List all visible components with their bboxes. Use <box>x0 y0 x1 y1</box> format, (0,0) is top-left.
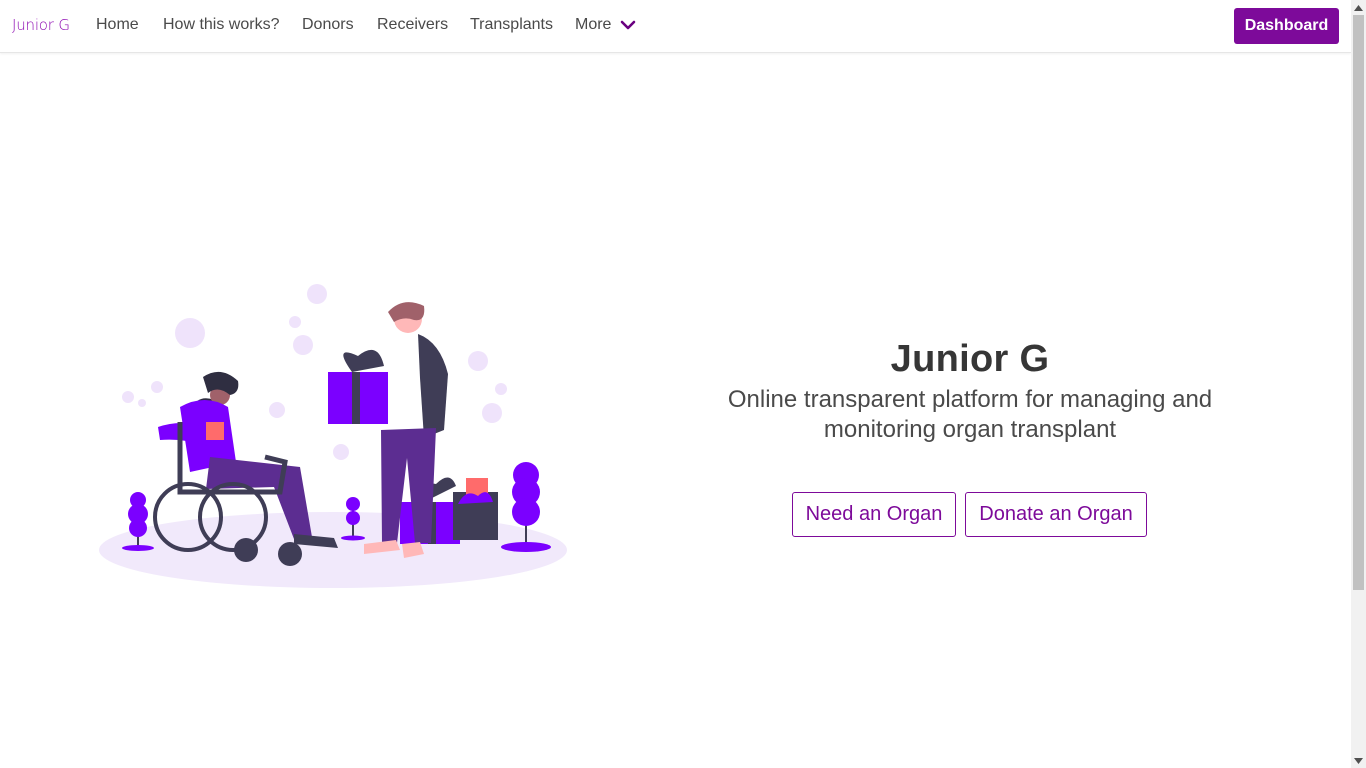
hero-subtitle-line2: monitoring organ transplant <box>823 416 1117 443</box>
need-organ-button[interactable]: Need an Organ <box>792 492 956 537</box>
nav-donors[interactable]: Donors <box>302 16 354 34</box>
vertical-scrollbar[interactable] <box>1351 0 1366 768</box>
nav-receivers[interactable]: Receivers <box>377 16 448 34</box>
scrollbar-thumb[interactable] <box>1353 15 1364 590</box>
hero-subtitle-line1: Online transparent platform for managing… <box>727 386 1213 413</box>
arrow-down-icon[interactable] <box>1351 753 1366 768</box>
gift-giving-illustration <box>99 284 567 588</box>
dashboard-button[interactable]: Dashboard <box>1234 8 1339 44</box>
brand-logo-link[interactable]: Junior G <box>12 16 70 34</box>
nav-more-dropdown[interactable]: More <box>575 16 637 34</box>
hero-subtitle: Online transparent platform for managing… <box>700 385 1240 445</box>
chevron-down-icon <box>619 18 637 32</box>
hero-title: Junior G <box>890 338 1050 380</box>
arrow-up-icon[interactable] <box>1351 0 1366 15</box>
donate-organ-button[interactable]: Donate an Organ <box>965 492 1147 537</box>
top-navbar: Junior G Home How this works? Donors Rec… <box>0 0 1351 53</box>
nav-more-label: More <box>575 16 612 33</box>
hero-text-block: Junior G Online transparent platform for… <box>700 335 1240 445</box>
nav-transplants[interactable]: Transplants <box>470 16 553 34</box>
nav-home[interactable]: Home <box>96 16 139 34</box>
nav-how-this-works[interactable]: How this works? <box>163 16 279 34</box>
